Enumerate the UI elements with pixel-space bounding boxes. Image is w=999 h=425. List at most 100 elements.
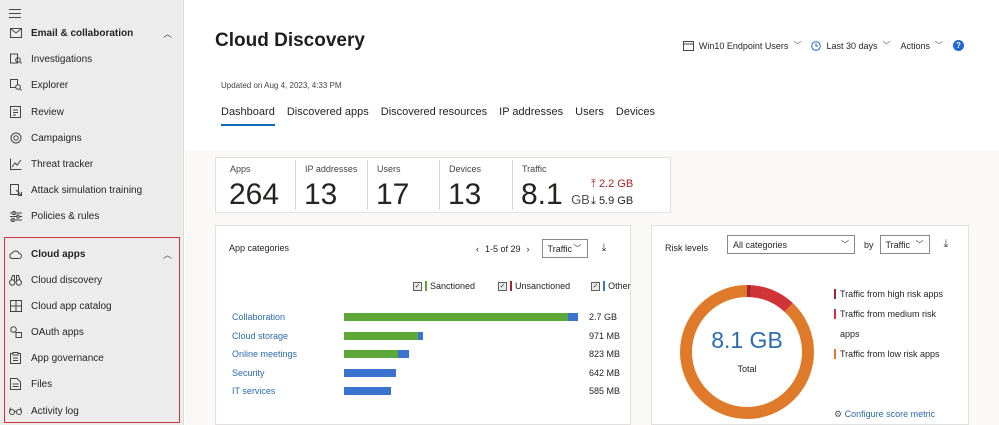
legend-swatch [425,281,427,291]
category-link[interactable]: Collaboration [232,312,285,322]
help-icon[interactable]: ? [953,40,964,51]
tab-discovered-resources[interactable]: Discovered resources [381,106,487,126]
legend-swatch [834,309,836,319]
page-title: Cloud Discovery [215,30,365,51]
category-bar[interactable] [344,313,578,321]
category-row: Cloud storage 971 MB [232,330,632,349]
stats-tile: Apps 264 IP addresses 13 Users 17 Device… [215,157,671,213]
report-label: Win10 Endpoint Users [698,40,789,51]
tab-devices[interactable]: Devices [616,106,655,126]
category-link[interactable]: Online meetings [232,349,297,359]
legend-label: Unsanctioned [515,281,571,291]
metric-value: Traffic [885,239,911,250]
category-select[interactable]: All categories ﹀ [727,235,855,254]
attack-simulation-icon [9,184,22,197]
chevron-up-icon[interactable]: ︿ [163,248,172,261]
checkbox-icon: ✓ [498,281,508,291]
threat-tracker-icon [9,158,22,171]
category-row: Security 642 MB [232,367,632,386]
sidebar-item-cloud-discovery[interactable]: Cloud discovery [0,267,184,293]
date-range-label: Last 30 days [826,40,878,51]
category-bar[interactable] [344,331,423,340]
bar-sanctioned [344,350,399,358]
sidebar-item-oauth-apps[interactable]: OAuth apps [0,319,184,345]
category-legend: ✓ Sanctioned ✓ Unsanctioned ✓ Other [413,281,631,291]
sidebar: Email & collaboration ︿ Investigations Expl… [0,0,184,425]
chevron-up-icon[interactable]: ︿ [163,27,172,40]
sidebar-item-label: Cloud app catalog [31,300,112,312]
report-icon [682,40,694,51]
binoculars-icon [9,274,22,287]
files-icon [9,378,22,391]
category-link[interactable]: IT services [232,386,275,396]
bar-other [567,313,578,321]
chevron-down-icon: ﹀ [793,41,802,50]
category-bar[interactable] [344,387,391,395]
legend-swatch [834,349,836,359]
category-bar[interactable] [344,350,410,358]
category-value: 2.7 GB [589,312,618,322]
oauth-icon [9,326,22,339]
category-link[interactable]: Security [232,368,265,378]
chevron-down-icon: ﹀ [915,240,924,249]
sidebar-item-email-collaboration[interactable]: Email & collaboration ︿ [0,20,184,46]
metric-select[interactable]: Traffic ﹀ [879,235,930,254]
category-row: Online meetings 823 MB [232,348,632,367]
legend-label: Traffic from high risk apps [840,289,944,299]
report-selector[interactable]: Win10 Endpoint Users ﹀ [682,40,802,51]
divider [439,160,440,210]
sidebar-item-activity-log[interactable]: Activity log [0,398,184,424]
sidebar-item-campaigns[interactable]: Campaigns [0,125,184,151]
sidebar-item-review[interactable]: Review [0,99,184,125]
metric-select[interactable]: Traffic ﹀ [541,239,588,258]
stat-value: 8.1 GB [521,178,590,212]
date-range-selector[interactable]: Last 30 days ﹀ [811,40,890,51]
category-bars: Collaboration 2.7 GB Cloud storage 971 MB On… [232,311,632,404]
sidebar-item-threat-tracker[interactable]: Threat tracker [0,151,184,177]
legend-sanctioned[interactable]: ✓ Sanctioned [413,281,475,291]
sidebar-item-attack-simulation-training[interactable]: Attack simulation training [0,177,184,203]
legend-unsanctioned[interactable]: ✓ Unsanctioned [498,281,570,291]
stat-value: 17 [376,178,410,211]
chevron-right-icon[interactable]: › [527,244,530,254]
card-title: Risk levels [665,243,709,253]
legend-swatch [510,281,513,291]
sidebar-item-files[interactable]: Files [0,371,184,397]
legend-low-risk[interactable]: Traffic from low risk apps [834,344,954,364]
sidebar-item-cloud-app-catalog[interactable]: Cloud app catalog [0,293,184,319]
download-icon[interactable]: ⤓ [944,238,949,251]
legend-high-risk[interactable]: Traffic from high risk apps [834,284,954,304]
actions-menu[interactable]: Actions ﹀ [900,40,943,51]
download-icon[interactable]: ⤓ [602,242,607,255]
tab-bar: Dashboard Discovered apps Discovered res… [221,106,655,126]
tab-users[interactable]: Users [575,106,604,126]
stat-value: 264 [229,178,280,211]
sidebar-item-label: Campaigns [31,132,82,144]
legend-medium-risk[interactable]: Traffic from medium risk apps [834,304,954,344]
configure-score-link[interactable]: ⚙ Configure score metric [834,409,935,420]
category-bar[interactable] [344,368,396,377]
mail-icon [9,27,22,40]
arrow-down-icon: ⤓ [591,195,596,207]
tab-ip-addresses[interactable]: IP addresses [499,106,563,126]
sidebar-item-explorer[interactable]: Explorer [0,72,184,98]
legend-label: Sanctioned [430,281,476,291]
category-value: 642 MB [589,367,621,378]
tab-discovered-apps[interactable]: Discovered apps [287,106,369,126]
chevron-left-icon[interactable]: ‹ [476,244,479,254]
legend-other[interactable]: ✓ Other [591,281,631,291]
category-row: IT services 585 MB [232,385,632,404]
sidebar-item-investigations[interactable]: Investigations [0,46,184,72]
metric-value: Traffic [547,243,573,254]
stat-label: Users [377,164,401,174]
tab-dashboard[interactable]: Dashboard [221,106,275,126]
category-link[interactable]: Cloud storage [232,331,288,341]
donut-total-label: Total [737,364,757,374]
cloud-icon [9,248,22,261]
sidebar-item-app-governance[interactable]: App governance [0,345,184,371]
category-value: 585 MB [589,386,621,396]
hamburger-menu-icon[interactable] [9,9,21,19]
sidebar-item-cloud-apps[interactable]: Cloud apps ︿ [0,241,184,267]
risk-legend: Traffic from high risk apps Traffic from… [834,284,954,364]
sidebar-item-policies-rules[interactable]: Policies & rules [0,203,184,229]
